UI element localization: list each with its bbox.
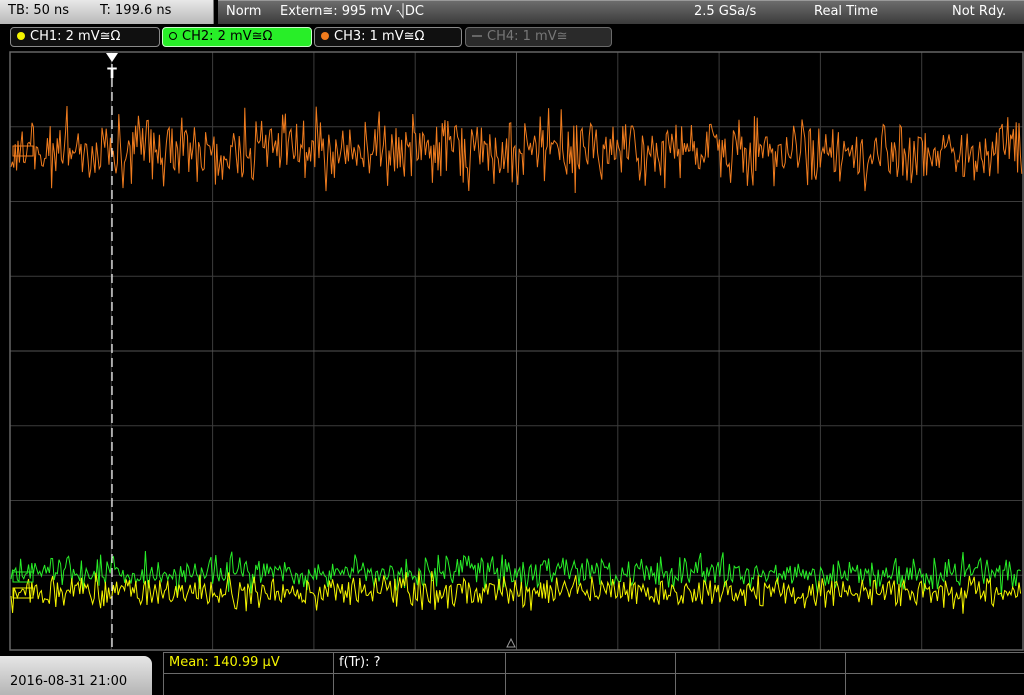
waveform-display[interactable]: T [0, 50, 1024, 652]
date-time-display: 2016-08-31 21:00 [0, 656, 152, 695]
acquisition-status: Not Rdy. [952, 4, 1007, 19]
channel-1-label: CH1: 2 mV≅Ω [30, 29, 121, 44]
mean-measurement: Mean: 140.99 µV [169, 655, 280, 670]
measurement-cell-5[interactable] [845, 653, 1024, 695]
date-time-text: 2016-08-31 21:00 [10, 674, 128, 689]
channel-2-button[interactable]: CH2: 2 mV≅Ω [162, 27, 312, 47]
channel-1-button[interactable]: CH1: 2 mV≅Ω [10, 27, 160, 47]
channel-1-dot-icon [17, 32, 25, 40]
sample-rate: 2.5 GSa/s [694, 4, 757, 19]
channel-4-button[interactable]: CH4: 1 mV≅ [465, 27, 612, 47]
trigger-settings-box[interactable]: Norm Extern≅: 995 mV ⎷DC 2.5 GSa/s Real … [218, 0, 1024, 24]
measurement-cell-3[interactable] [505, 653, 675, 695]
trigger-source: Extern≅: 995 mV ⎷DC [280, 4, 424, 19]
channel-3-button[interactable]: CH3: 1 mV≅Ω [314, 27, 462, 47]
trigger-time-readout: T: 199.6 ns [100, 3, 172, 18]
channel-2-label: CH2: 2 mV≅Ω [182, 29, 273, 44]
status-bar: TB: 50 ns T: 199.6 ns Norm Extern≅: 995 … [0, 0, 1024, 24]
acquisition-mode: Real Time [814, 4, 878, 19]
channel-2-dot-icon [169, 32, 177, 40]
measurement-cell-4[interactable] [675, 653, 845, 695]
timebase-box[interactable]: TB: 50 ns T: 199.6 ns [0, 0, 214, 24]
trigger-marker-label: T [107, 66, 117, 82]
channel-4-line-icon [472, 35, 482, 37]
trigger-mode: Norm [226, 4, 262, 19]
trigger-frequency-measurement: f(Tr): ? [339, 655, 381, 670]
measurement-panel[interactable]: Mean: 140.99 µV f(Tr): ? [163, 652, 1024, 695]
timebase-readout: TB: 50 ns [8, 3, 70, 18]
channel-4-label: CH4: 1 mV≅ [487, 29, 568, 44]
channel-3-label: CH3: 1 mV≅Ω [334, 29, 425, 44]
channel-3-dot-icon [321, 32, 329, 40]
